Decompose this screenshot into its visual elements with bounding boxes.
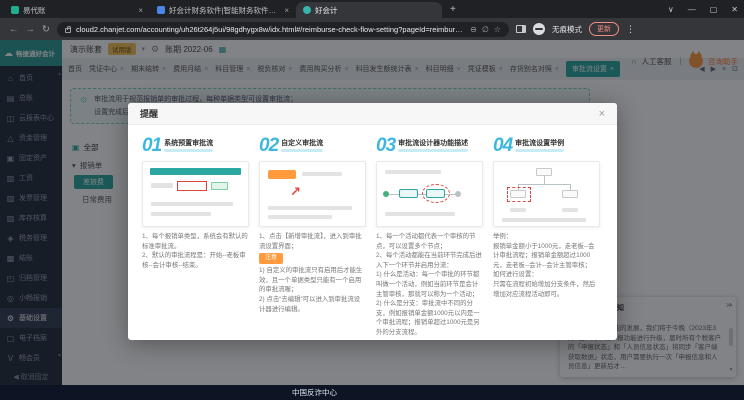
- flow-line: [445, 194, 455, 195]
- reminder-modal: 提醒 × 01 系统预置审批流: [128, 103, 617, 340]
- tab-favicon: [11, 6, 19, 14]
- flow-end-node: [455, 191, 461, 197]
- os-taskbar: 中国反诈中心: [0, 385, 744, 400]
- step-text: 2) 什么是分支：审批流中不同的分支，例如报销单金额1000元以内是一个审批流程…: [376, 299, 483, 337]
- mini-text-bar: [385, 170, 441, 174]
- custom-flow-screenshot: ↗: [259, 161, 366, 227]
- incognito-label: 无痕模式: [552, 24, 582, 35]
- preset-flow-screenshot: [142, 161, 249, 227]
- tab-close-icon[interactable]: ×: [284, 6, 289, 15]
- incognito-icon: [533, 23, 545, 35]
- step-text: 举例：: [493, 232, 600, 242]
- side-panel-icon[interactable]: [516, 25, 526, 33]
- step-number: 04: [493, 136, 512, 155]
- red-dashed-annotation: [507, 187, 531, 202]
- back-icon[interactable]: ←: [9, 24, 19, 35]
- bookmark-star-icon[interactable]: ☆: [494, 25, 501, 34]
- flow-example-screenshot: [493, 161, 600, 227]
- mini-text-bar: [502, 218, 586, 222]
- modal-title: 提醒: [140, 107, 158, 120]
- step-text: 1、点击【新增审批流】，进入到审批流设置界面；: [259, 232, 366, 251]
- tab-close-icon[interactable]: ×: [138, 6, 143, 15]
- step-text: 报销单金额小于1000元，走老板--会计审批流程；报销单金额超过1000元，走老…: [493, 242, 600, 271]
- browser-tab-2[interactable]: 好会计财务软件|智能财务软件购买价格及... ×: [150, 2, 296, 18]
- flow-activity-node: [399, 189, 418, 198]
- flow-line: [389, 194, 399, 195]
- step-title: 系统预置审批流: [164, 138, 213, 152]
- step-title: 审批流设计器功能描述: [398, 138, 468, 152]
- zoom-out-icon[interactable]: ⊖: [470, 25, 477, 34]
- mini-orange-button: [268, 170, 296, 179]
- mini-text-bar: [151, 212, 211, 216]
- browser-tab-label: 易代账: [23, 5, 134, 16]
- url-bar: ← → ↻ cloud2.chanjet.com/accounting/uh26…: [0, 18, 744, 40]
- tab-favicon: [157, 6, 165, 14]
- mini-text-bar: [268, 215, 332, 219]
- browser-tab-label: 好会计: [315, 5, 435, 16]
- flow-designer-screenshot: [376, 161, 483, 227]
- app-window: ☁ 畅捷通好会计 ⌂首页 ▤总账 ◫云报表中心 △资金管理 ▣固定资产 ▥工资 …: [0, 40, 744, 385]
- mini-text-bar: [151, 202, 233, 206]
- step-text: 1、每一个活动都代表一个审核的节点，可以设置多个节点；: [376, 232, 483, 251]
- window-controls: ∨ — ▢ ✕: [668, 1, 738, 17]
- mini-text-bar: [268, 206, 352, 210]
- tab-favicon: [303, 6, 311, 14]
- mini-label-bar: [151, 183, 173, 188]
- mini-text-bar: [302, 172, 342, 176]
- mini-text-bar: [385, 212, 455, 216]
- minimize-button[interactable]: —: [688, 5, 696, 14]
- flow-root-node: [536, 168, 552, 176]
- step-text: 2) 点击“去编辑”可以进入到审批流设计器进行编辑。: [259, 295, 366, 314]
- step-4: 04 审批流设置举例: [493, 133, 600, 340]
- restore-button[interactable]: ▢: [710, 5, 718, 14]
- modal-close-icon[interactable]: ×: [599, 108, 605, 120]
- step-2: 02 自定义审批流 ↗ 1、点击【新增审批流】，进入到审批流设置界面； 注意 1…: [259, 133, 366, 340]
- close-window-button[interactable]: ✕: [731, 5, 738, 14]
- mini-text-bar: [510, 208, 526, 212]
- step-text: 1、每个报销单类型，系统会有默认的标准审批流。: [142, 232, 249, 251]
- flow-line: [518, 184, 570, 185]
- step-text: 1) 自定义的审批流只有启用后才能生效，且一个单据类型只能有一个启用的审批流喔；: [259, 266, 366, 295]
- tab-search-icon[interactable]: ∨: [668, 5, 674, 14]
- lock-icon: [65, 28, 71, 33]
- flow-line: [544, 176, 545, 184]
- update-button[interactable]: 更新: [589, 22, 619, 36]
- step-text: 只需在流程初始增加分支条件，然后增加对应流程活动即可。: [493, 280, 600, 299]
- mini-green-button: [211, 182, 228, 190]
- step-number: 03: [376, 136, 395, 155]
- step-1: 01 系统预置审批流 1、每个报销单类型，系统会有默认的标准审批流。 2、默认的…: [142, 133, 249, 340]
- address-input[interactable]: cloud2.chanjet.com/accounting/uh26t264j5…: [57, 22, 509, 37]
- step-title: 自定义审批流: [281, 138, 323, 152]
- step-text: 如何进行设置：: [493, 270, 600, 280]
- step-title: 审批流设置举例: [515, 138, 564, 152]
- mini-text-bar: [562, 208, 578, 212]
- taskbar-app-label[interactable]: 中国反诈中心: [292, 387, 337, 398]
- step-text: 1) 什么是活动：每一个审批的环节都叫做一个活动，例如当前环节是会计主管审核，那…: [376, 270, 483, 299]
- modal-body: 01 系统预置审批流 1、每个报销单类型，系统会有默认的标准审批流。 2、默认的…: [128, 125, 617, 340]
- eye-off-icon[interactable]: ∅: [482, 25, 489, 34]
- modal-header: 提醒 ×: [128, 103, 617, 125]
- step-number: 02: [259, 136, 278, 155]
- flow-branch-node: [562, 190, 578, 198]
- forward-icon[interactable]: →: [26, 24, 36, 35]
- browser-tab-strip: 易代账 × 好会计财务软件|智能财务软件购买价格及... × 好会计 + ∨ —…: [0, 0, 744, 18]
- step-text: 2、默认的审批流程是：开始--老板审核--会计审核--结束。: [142, 251, 249, 270]
- new-tab-button[interactable]: +: [450, 2, 456, 18]
- red-annotation-box: [177, 181, 207, 191]
- step-3: 03 审批流设计器功能描述: [376, 133, 483, 340]
- screen: 易代账 × 好会计财务软件|智能财务软件购买价格及... × 好会计 + ∨ —…: [0, 0, 744, 400]
- step-text: 2、每个活动都能在当前环节完成后进入下一个环节并启用分流：: [376, 251, 483, 270]
- browser-tab-3-active[interactable]: 好会计: [296, 2, 442, 18]
- step-number: 01: [142, 136, 161, 155]
- notice-badge: 注意: [259, 253, 283, 264]
- browser-tab-label: 好会计财务软件|智能财务软件购买价格及...: [169, 5, 280, 16]
- browser-menu-icon[interactable]: ⋮: [626, 24, 635, 35]
- red-arrow-annotation: ↗: [290, 184, 301, 200]
- url-text: cloud2.chanjet.com/accounting/uh26t264j5…: [76, 25, 465, 34]
- browser-tab-1[interactable]: 易代账 ×: [4, 2, 150, 18]
- mini-header-bar: [150, 168, 241, 175]
- reload-icon[interactable]: ↻: [42, 24, 50, 35]
